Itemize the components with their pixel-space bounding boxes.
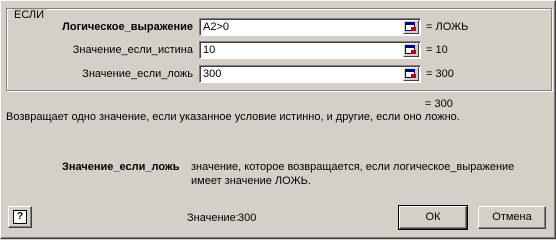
function-description: Возвращает одно значение, если указанное…: [6, 111, 460, 123]
logical-test-value[interactable]: A2>0: [203, 21, 229, 34]
formula-result: = 300: [425, 98, 453, 110]
value-if-false-value[interactable]: 300: [203, 68, 221, 81]
arg-result-value-if-false: = 300: [426, 68, 454, 80]
ok-button[interactable]: ОК: [398, 205, 468, 230]
arg-help-line2: имеет значение ЛОЖЬ.: [191, 175, 311, 187]
value-display: 300: [238, 212, 257, 224]
arg-label-value-if-false: Значение_если_ложь: [82, 68, 193, 80]
collapse-dialog-button[interactable]: [403, 20, 419, 34]
function-arguments-dialog: ЕСЛИ Логическое_выражение A2>0 = ЛОЖЬ Зн…: [0, 0, 556, 239]
collapse-dialog-icon: [405, 22, 416, 31]
value-if-true-input[interactable]: 10: [199, 41, 421, 59]
cancel-button[interactable]: Отмена: [478, 206, 546, 229]
function-argument-group: ЕСЛИ Логическое_выражение A2>0 = ЛОЖЬ Зн…: [6, 8, 552, 91]
collapse-dialog-icon: [405, 69, 416, 78]
arg-result-logical-test: = ЛОЖЬ: [426, 21, 469, 33]
help-icon: ?: [13, 210, 27, 224]
collapse-dialog-icon: [405, 45, 416, 54]
logical-test-input[interactable]: A2>0: [199, 18, 421, 36]
value-if-false-input[interactable]: 300: [199, 65, 421, 83]
arg-result-value-if-true: = 10: [426, 44, 448, 56]
arg-help-line1: значение, которое возвращается, если лог…: [191, 161, 515, 173]
collapse-dialog-button[interactable]: [403, 67, 419, 81]
value-label: Значение:: [187, 212, 239, 224]
collapse-dialog-button[interactable]: [403, 43, 419, 57]
value-if-true-value[interactable]: 10: [203, 44, 215, 57]
arg-help-name: Значение_если_ложь: [62, 161, 180, 173]
arg-label-logical-test: Логическое_выражение: [62, 21, 193, 33]
arg-label-value-if-true: Значение_если_истина: [72, 44, 193, 56]
help-button[interactable]: ?: [8, 206, 32, 228]
